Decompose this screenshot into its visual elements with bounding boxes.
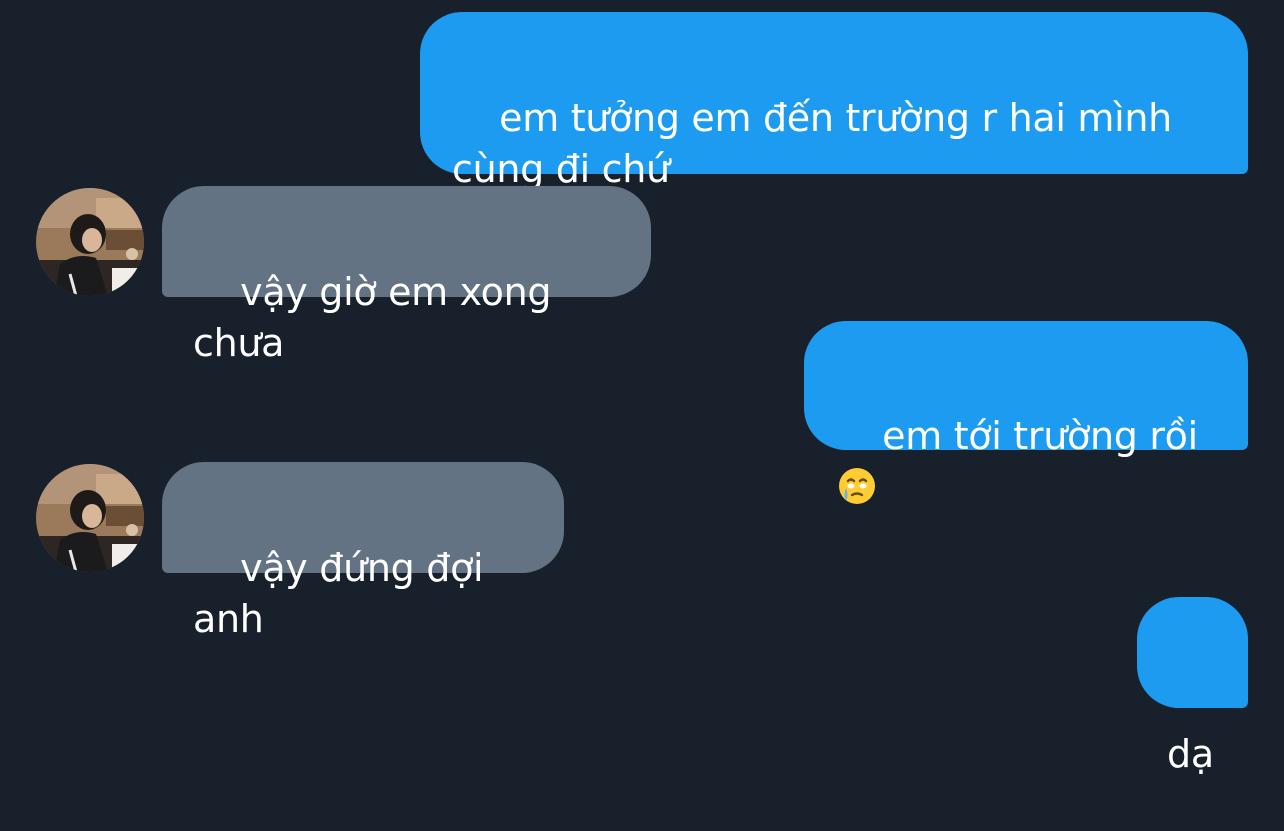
message-text: em tới trường rồi	[882, 414, 1198, 458]
contact-avatar[interactable]	[36, 188, 144, 296]
received-message-bubble[interactable]: vậy giờ em xong chưa	[162, 186, 651, 365]
message-text: vậy đứng đợi anh	[193, 546, 496, 641]
sent-message-bubble[interactable]: dạ	[1137, 597, 1248, 776]
avatar-photo	[36, 464, 144, 572]
avatar-photo	[36, 188, 144, 296]
contact-avatar[interactable]	[36, 464, 144, 572]
face-holding-back-tears-emoji	[837, 466, 877, 519]
message-text: vậy giờ em xong chưa	[193, 270, 564, 365]
message-text: dạ	[1167, 732, 1214, 776]
sent-message-bubble[interactable]: em tới trường rồi	[804, 321, 1248, 504]
message-text: em tưởng em đến trường r hai mình cùng đ…	[452, 96, 1172, 191]
sent-message-bubble[interactable]: em tưởng em đến trường r hai mình cùng đ…	[420, 12, 1248, 191]
conversation-thread: em tưởng em đến trường r hai mình cùng đ…	[0, 0, 1284, 776]
received-message-bubble[interactable]: vậy đứng đợi anh	[162, 462, 564, 641]
